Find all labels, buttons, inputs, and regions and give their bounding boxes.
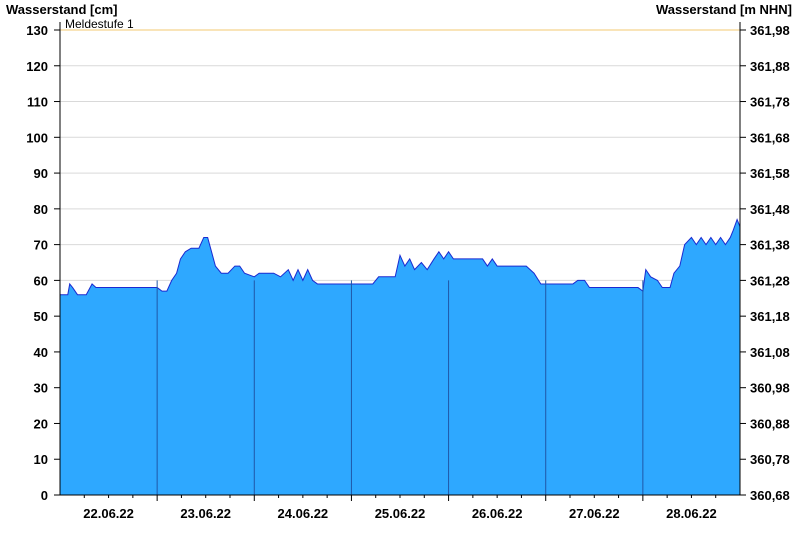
- y-tick-label-left-20: 20: [34, 416, 48, 431]
- y-tick-label-left-40: 40: [34, 345, 48, 360]
- y-tick-label-left-130: 130: [26, 23, 48, 38]
- threshold-label: Meldestufe 1: [65, 17, 134, 31]
- y-tick-label-right-11: 361,78: [750, 95, 790, 110]
- y-tick-label-right-10: 361,68: [750, 130, 790, 145]
- water-level-area: [60, 219, 740, 495]
- y-tick-label-left-90: 90: [34, 166, 48, 181]
- y-tick-label-right-0: 360,68: [750, 488, 790, 503]
- y-axis-title-right: Wasserstand [m NHN]: [656, 2, 792, 17]
- y-tick-label-left-60: 60: [34, 273, 48, 288]
- y-tick-label-left-10: 10: [34, 452, 48, 467]
- y-tick-label-left-70: 70: [34, 238, 48, 253]
- y-tick-label-right-7: 361,38: [750, 238, 790, 253]
- x-tick-label-2: 24.06.22: [278, 506, 329, 521]
- x-tick-label-6: 28.06.22: [666, 506, 717, 521]
- y-tick-label-right-5: 361,18: [750, 309, 790, 324]
- x-tick-label-3: 25.06.22: [375, 506, 426, 521]
- x-tick-label-4: 26.06.22: [472, 506, 523, 521]
- y-tick-label-right-1: 360,78: [750, 452, 790, 467]
- y-tick-label-right-2: 360,88: [750, 416, 790, 431]
- water-level-chart: Wasserstand [cm] Wasserstand [m NHN] Mel…: [6, 2, 792, 521]
- y-tick-label-left-80: 80: [34, 202, 48, 217]
- y-tick-label-right-9: 361,58: [750, 166, 790, 181]
- y-tick-label-left-50: 50: [34, 309, 48, 324]
- y-tick-label-left-0: 0: [41, 488, 48, 503]
- y-tick-label-left-120: 120: [26, 59, 48, 74]
- threshold-layer: Meldestufe 1: [60, 17, 740, 31]
- y-tick-label-left-30: 30: [34, 381, 48, 396]
- x-tick-label-0: 22.06.22: [83, 506, 134, 521]
- series-layer: [60, 218, 741, 495]
- y-tick-label-right-4: 361,08: [750, 345, 790, 360]
- y-tick-label-right-6: 361,28: [750, 273, 790, 288]
- y-tick-label-right-13: 361,98: [750, 23, 790, 38]
- y-tick-label-right-12: 361,88: [750, 59, 790, 74]
- y-axis-title-left: Wasserstand [cm]: [6, 2, 118, 17]
- x-tick-label-5: 27.06.22: [569, 506, 620, 521]
- y-tick-label-right-8: 361,48: [750, 202, 790, 217]
- y-tick-label-left-110: 110: [27, 95, 48, 110]
- y-tick-label-left-100: 100: [26, 130, 48, 145]
- y-tick-label-right-3: 360,98: [750, 381, 790, 396]
- x-tick-label-1: 23.06.22: [180, 506, 231, 521]
